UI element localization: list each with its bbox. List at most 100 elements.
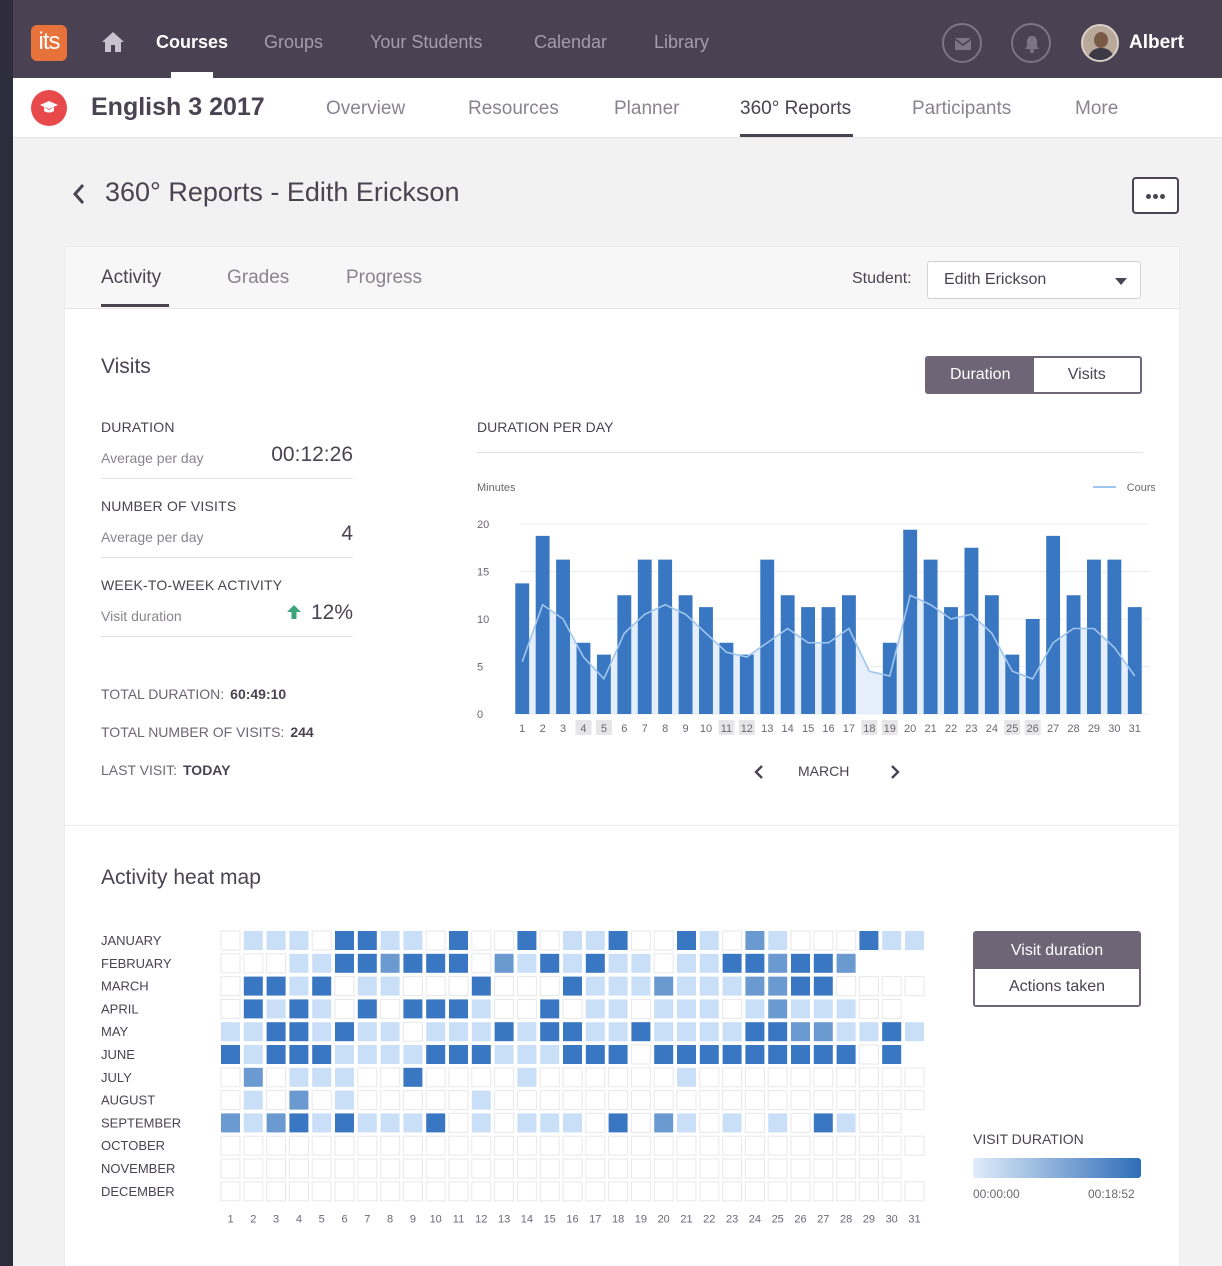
bar-day-3: [556, 559, 570, 714]
nav-courses[interactable]: Courses: [156, 0, 228, 78]
x-tick-label: 11: [721, 723, 732, 735]
heat-cell: [540, 1113, 560, 1133]
heat-cell: [357, 1113, 377, 1133]
heat-cell: [767, 1090, 788, 1111]
heat-cell: [220, 1090, 241, 1111]
total-duration: TOTAL DURATION: 60:49:10: [101, 686, 287, 702]
heat-cell: [699, 1045, 719, 1064]
month-label-november: NOVEMBER: [101, 1161, 175, 1176]
x-tick-label: 30: [1108, 723, 1120, 735]
nav-your-students[interactable]: Your Students: [370, 0, 482, 78]
messages-button[interactable]: [942, 23, 982, 63]
x-tick-label: 20: [904, 723, 916, 735]
month-label-january: JANUARY: [101, 933, 162, 948]
heat-cell: [813, 999, 833, 1019]
last-visit: LAST VISIT: TODAY: [101, 762, 231, 778]
course-tab-participants[interactable]: Participants: [912, 98, 1011, 120]
heat-cell: [677, 1067, 696, 1087]
x-tick-label: 1: [519, 723, 525, 735]
more-options-button[interactable]: [1132, 177, 1179, 214]
x-tick-label: 15: [802, 723, 814, 735]
heat-cell: [403, 1067, 423, 1087]
heat-cell: [677, 1022, 696, 1042]
heat-cell: [836, 1022, 856, 1042]
heat-cell: [403, 999, 423, 1019]
heat-cell: [357, 1090, 378, 1111]
prev-month-chevron-icon[interactable]: [753, 764, 765, 780]
course-tab-more[interactable]: More: [1075, 98, 1118, 120]
course-tab-resources[interactable]: Resources: [468, 98, 559, 120]
heat-cell: [790, 1067, 811, 1088]
x-tick-label: 31: [1129, 723, 1141, 735]
tab-activity[interactable]: Activity: [101, 267, 161, 289]
course-tab-overview[interactable]: Overview: [326, 98, 405, 120]
toggle-visit-duration[interactable]: Visit duration: [975, 933, 1139, 969]
y-tick-label: 5: [477, 662, 483, 674]
heat-cell: [426, 1022, 446, 1042]
heat-cell: [699, 1067, 720, 1088]
heat-cell: [676, 1158, 697, 1179]
heat-cell: [471, 1135, 492, 1156]
heat-cell: [881, 1112, 902, 1133]
student-select[interactable]: Edith Erickson: [927, 261, 1141, 299]
heat-cell: [449, 931, 468, 950]
heat-cell: [585, 931, 605, 950]
toggle-duration[interactable]: Duration: [927, 358, 1034, 392]
its-logo[interactable]: its: [31, 25, 67, 61]
nav-library[interactable]: Library: [654, 0, 709, 78]
x-tick-label: 12: [741, 723, 753, 735]
heat-cell: [768, 1022, 788, 1042]
heat-cell: [790, 1135, 811, 1156]
heat-cell: [380, 1090, 401, 1111]
heat-cell: [494, 1158, 515, 1179]
home-icon[interactable]: [101, 31, 125, 53]
heat-cell: [585, 1067, 606, 1088]
notifications-button[interactable]: [1011, 23, 1051, 63]
x-tick-label: 21: [924, 723, 936, 735]
heat-cell: [813, 1090, 834, 1111]
x-tick-label: 17: [843, 723, 855, 735]
heat-cell: [312, 1067, 332, 1087]
heat-cell: [859, 931, 879, 950]
back-chevron-icon[interactable]: [71, 183, 87, 205]
toggle-actions-taken[interactable]: Actions taken: [975, 969, 1139, 1005]
course-tab-planner[interactable]: Planner: [614, 98, 680, 120]
heat-cell: [471, 999, 491, 1019]
bar-day-8: [658, 559, 673, 714]
heat-cell: [722, 1022, 742, 1042]
tab-progress[interactable]: Progress: [346, 267, 422, 289]
day-label: 22: [703, 1214, 715, 1226]
heat-cell: [654, 1045, 674, 1064]
heat-cell: [403, 953, 423, 973]
heat-cell: [335, 1045, 354, 1064]
heat-cell: [608, 1135, 629, 1156]
heat-cell: [380, 1113, 400, 1133]
heat-cell: [243, 931, 263, 950]
heat-cell: [608, 931, 628, 950]
heat-cell: [768, 999, 788, 1019]
x-tick-label: 23: [965, 723, 977, 735]
heat-cell: [243, 1158, 264, 1179]
heat-cell: [426, 1113, 446, 1133]
toggle-visits[interactable]: Visits: [1033, 358, 1140, 392]
heat-cell: [471, 930, 492, 951]
nav-calendar[interactable]: Calendar: [534, 0, 607, 78]
heat-cell: [881, 1181, 902, 1202]
last-visit-value: TODAY: [183, 762, 231, 778]
bar-day-9: [678, 595, 693, 714]
tab-grades[interactable]: Grades: [227, 267, 289, 289]
heat-cell: [357, 953, 377, 973]
nav-groups[interactable]: Groups: [264, 0, 323, 78]
day-label: 17: [589, 1214, 601, 1226]
heat-cell: [448, 1158, 469, 1179]
heat-cell: [221, 1022, 240, 1042]
heat-cell: [539, 930, 560, 951]
heat-cell: [836, 930, 857, 951]
course-tab-360-reports[interactable]: 360° Reports: [740, 98, 851, 120]
user-avatar[interactable]: [1081, 24, 1119, 62]
heat-cell: [631, 953, 651, 973]
bell-icon: [1025, 36, 1039, 53]
user-name[interactable]: Albert: [1129, 32, 1184, 54]
next-month-chevron-icon[interactable]: [889, 764, 901, 780]
heat-cell: [904, 1181, 925, 1202]
